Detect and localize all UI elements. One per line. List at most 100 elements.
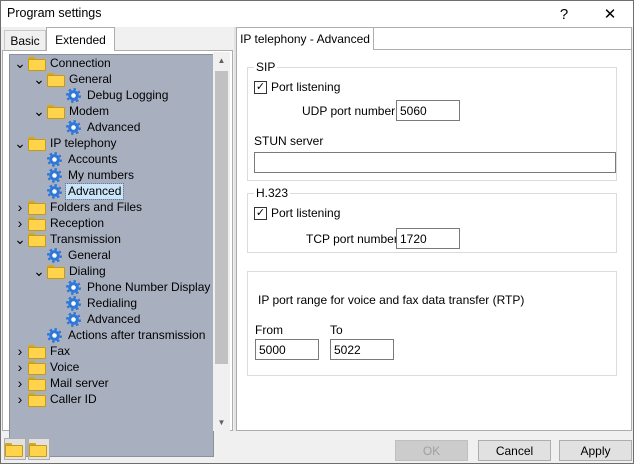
help-button[interactable]: ?	[541, 1, 587, 27]
tree-item[interactable]: ⌄ Connection	[14, 55, 113, 71]
gear-icon	[47, 183, 62, 199]
tree-item[interactable]: General	[33, 247, 113, 263]
tree-item[interactable]: Redialing	[52, 295, 139, 311]
folder-open-icon	[28, 233, 46, 247]
folder-open-icon	[47, 73, 65, 87]
gear-icon	[66, 311, 81, 327]
tree-item-label: Advanced	[64, 182, 125, 200]
chevron-down-icon[interactable]: ⌄	[14, 135, 26, 151]
h323-port-listening-checkbox[interactable]: ✓	[254, 206, 267, 220]
tree-item[interactable]: Accounts	[33, 151, 119, 167]
tree-item-label: Advanced	[87, 311, 141, 326]
chevron-down-icon[interactable]: ⌄	[33, 103, 45, 119]
tree-item-label: Debug Logging	[87, 87, 169, 102]
scroll-up-arrow-icon[interactable]: ▲	[213, 52, 230, 69]
chevron-down-icon[interactable]: ⌄	[14, 55, 26, 71]
h323-group-title: H.323	[254, 186, 291, 200]
chevron-down-icon[interactable]: ⌄	[14, 231, 26, 247]
scroll-thumb[interactable]	[215, 71, 228, 364]
settings-body: SIP ✓ Port listening UDP port number STU…	[237, 49, 631, 430]
tree-vertical-scrollbar[interactable]: ▲ ▼	[213, 52, 230, 431]
tree-item[interactable]: ⌄ Dialing	[33, 263, 108, 279]
sip-port-listening-checkbox[interactable]: ✓	[254, 80, 267, 94]
folder-icon	[5, 443, 23, 457]
sip-group-title: SIP	[254, 60, 278, 74]
tree-item-label: Connection	[50, 55, 111, 70]
folder-open-icon	[28, 57, 46, 71]
tcp-port-label: TCP port number	[306, 232, 398, 246]
tree-item-label: General	[69, 71, 112, 86]
h323-port-listening-row[interactable]: ✓ Port listening	[254, 206, 340, 220]
title-bar: Program settings ? ✕	[1, 1, 633, 27]
tab-extended[interactable]: Extended	[46, 27, 115, 51]
rtp-range-label: IP port range for voice and fax data tra…	[258, 293, 525, 307]
rtp-from-input[interactable]	[255, 339, 319, 360]
tree-item[interactable]: Phone Number Display	[52, 279, 212, 295]
tree-item-label: Redialing	[87, 295, 138, 310]
expand-all-button[interactable]	[4, 438, 26, 460]
settings-tree: ⌄ Connection ⌄ General Debug Logging ⌄ Modem Ad…	[9, 54, 214, 457]
tree-item[interactable]: Advanced	[33, 182, 125, 200]
tree-item[interactable]: Advanced	[52, 119, 142, 135]
tree-item-label: Accounts	[68, 151, 118, 166]
sip-port-listening-row[interactable]: ✓ Port listening	[254, 80, 340, 94]
chevron-right-icon[interactable]: ›	[14, 375, 26, 391]
folder-open-icon	[28, 137, 46, 151]
rtp-to-input[interactable]	[330, 339, 394, 360]
collapse-all-button[interactable]	[28, 438, 50, 460]
chevron-right-icon[interactable]: ›	[14, 215, 26, 231]
gear-icon	[66, 295, 81, 311]
tree-item[interactable]: Actions after transmission	[33, 327, 207, 343]
program-settings-window: Program settings ? ✕ Basic Extended ⌄ Con…	[0, 0, 634, 464]
chevron-down-icon[interactable]: ⌄	[33, 263, 45, 279]
cancel-button[interactable]: Cancel	[478, 440, 551, 461]
tree-item[interactable]: › Caller ID	[14, 391, 99, 407]
chevron-right-icon[interactable]: ›	[14, 391, 26, 407]
gear-icon	[66, 87, 81, 103]
tree-item-label: Dialing	[69, 263, 106, 278]
folder-icon	[28, 393, 46, 407]
tree-item[interactable]: › Folders and Files	[14, 199, 144, 215]
close-button[interactable]: ✕	[587, 1, 633, 27]
tree-item[interactable]: Debug Logging	[52, 87, 170, 103]
chevron-right-icon[interactable]: ›	[14, 199, 26, 215]
scroll-down-arrow-icon[interactable]: ▼	[213, 414, 230, 431]
udp-port-label: UDP port number	[302, 104, 396, 118]
ok-button[interactable]: OK	[395, 440, 468, 461]
tcp-port-input[interactable]	[396, 228, 460, 249]
tree-item[interactable]: Advanced	[52, 311, 142, 327]
tree-item[interactable]: › Fax	[14, 343, 72, 359]
tree-item[interactable]: › Mail server	[14, 375, 111, 391]
stun-server-input[interactable]	[254, 152, 616, 173]
gear-icon	[47, 247, 62, 263]
chevron-right-icon[interactable]: ›	[14, 359, 26, 375]
tree-item[interactable]: ⌄ Transmission	[14, 231, 123, 247]
tree-item[interactable]: ⌄ Modem	[33, 103, 111, 119]
folder-open-icon	[47, 105, 65, 119]
gear-icon	[47, 327, 62, 343]
chevron-right-icon[interactable]: ›	[14, 343, 26, 359]
tree-item-label: Fax	[50, 343, 71, 358]
gear-icon	[47, 167, 62, 183]
tab-basic[interactable]: Basic	[4, 30, 46, 50]
apply-button[interactable]: Apply	[559, 440, 632, 461]
gear-icon	[66, 279, 81, 295]
tree-item[interactable]: › Reception	[14, 215, 106, 231]
tree-item[interactable]: ⌄ General	[33, 71, 114, 87]
udp-port-input[interactable]	[396, 100, 460, 121]
tree-item-label: Caller ID	[50, 391, 97, 406]
rtp-to-label: To	[330, 323, 343, 337]
tree-item[interactable]: › Voice	[14, 359, 81, 375]
tree-item-label: Voice	[50, 359, 80, 374]
tree-item[interactable]: My numbers	[33, 167, 136, 183]
tree-item-label: IP telephony	[50, 135, 117, 150]
window-title: Program settings	[7, 6, 102, 20]
tree-item-label: My numbers	[68, 167, 135, 182]
folder-icon	[29, 443, 47, 457]
tree-item[interactable]: ⌄ IP telephony	[14, 135, 119, 151]
chevron-down-icon[interactable]: ⌄	[33, 71, 45, 87]
